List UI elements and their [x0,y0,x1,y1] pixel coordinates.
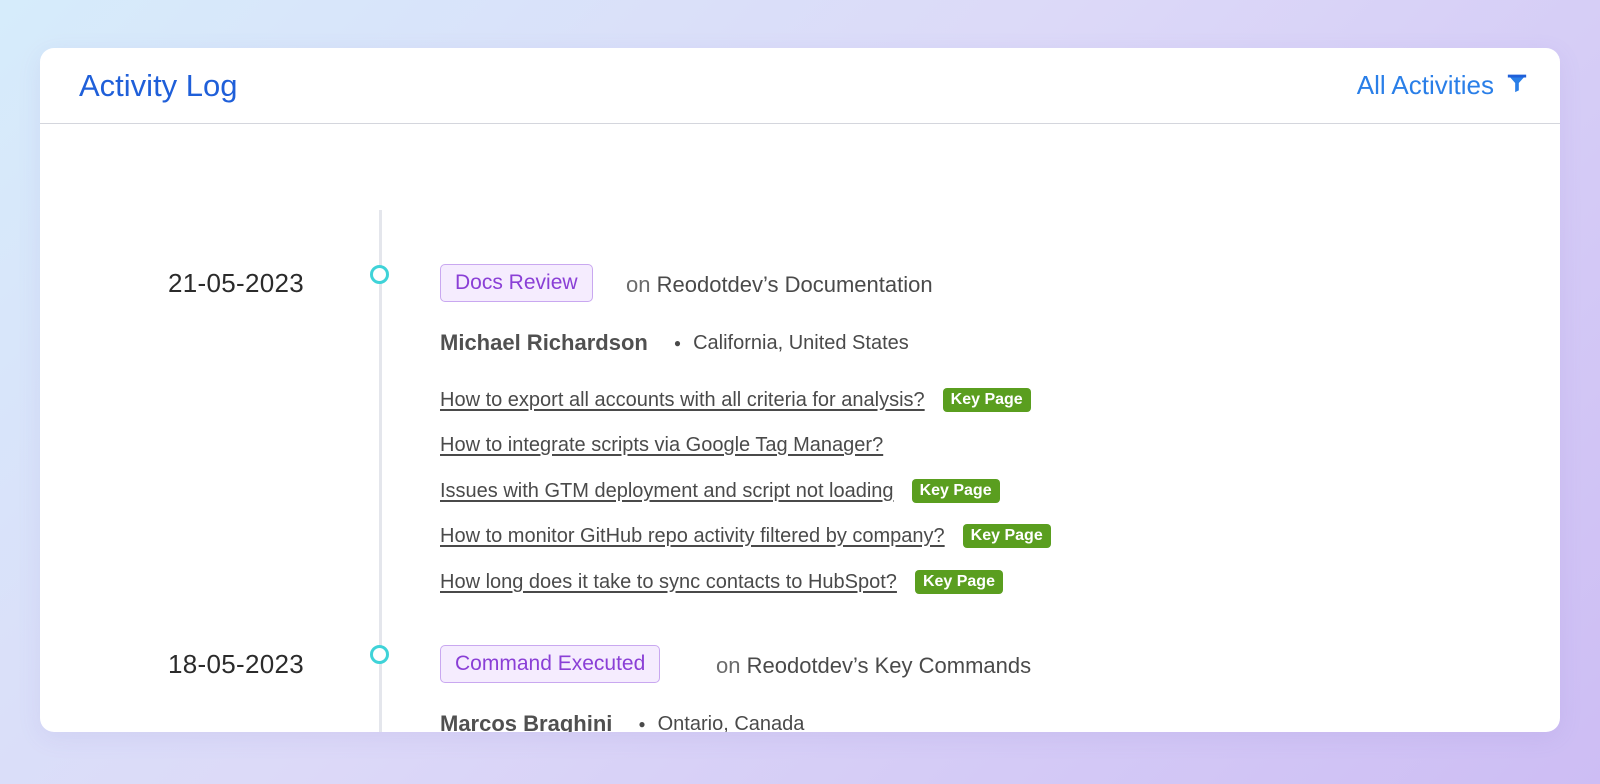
list-item: How long does it take to sync contacts t… [440,570,1003,594]
key-page-badge: Key Page [914,570,1003,594]
activity-target: on Reodotdev’s Key Commands [716,653,1031,679]
person-location: Ontario, Canada [657,712,805,733]
person-location: California, United States [693,331,909,354]
person-name: Michael Richardson [440,330,648,355]
target-name: Reodotdev’s Key Commands [746,653,1032,678]
filter-label: All Activities [1356,70,1494,100]
page-link[interactable]: How to monitor GitHub repo activity filt… [440,525,945,548]
timeline-dot [370,265,389,284]
person-info: Marcos Braghini ● Ontario, Canada [440,711,804,732]
list-item: Issues with GTM deployment and script no… [440,479,1000,503]
on-label: on [716,653,741,678]
entry-date: 18-05-2023 [168,649,304,679]
page-link[interactable]: How to export all accounts with all crit… [440,389,925,412]
activity-tag[interactable]: Command Executed [440,645,661,683]
page-link[interactable]: Issues with GTM deployment and script no… [440,480,894,503]
activity-tag[interactable]: Docs Review [440,264,593,302]
funnel-icon [1506,70,1528,101]
on-label: on [626,272,651,297]
page-link[interactable]: How to integrate scripts via Google Tag … [440,434,883,457]
key-page-badge: Key Page [942,388,1031,412]
list-item: How to integrate scripts via Google Tag … [440,434,883,457]
bullet-separator: ● [638,717,646,731]
filter-button[interactable]: All Activities [1357,70,1528,101]
entry-date: 21-05-2023 [168,268,304,298]
key-page-badge: Key Page [911,479,1000,503]
activity-target: on Reodotdev’s Documentation [626,272,933,298]
list-item: How to export all accounts with all crit… [440,388,1031,412]
target-name: Reodotdev’s Documentation [656,272,933,297]
list-item: How to monitor GitHub repo activity filt… [440,524,1051,548]
key-page-badge: Key Page [962,524,1051,548]
timeline-dot [370,645,389,664]
page-link[interactable]: How long does it take to sync contacts t… [440,571,897,594]
person-info: Michael Richardson ● California, United … [440,330,909,356]
person-name: Marcos Braghini [440,711,613,732]
activity-log-card: Activity Log All Activities 21-05-2023 D… [40,48,1560,732]
page-title: Activity Log [79,67,238,103]
bullet-separator: ● [673,336,682,350]
card-header: Activity Log All Activities [40,48,1560,124]
